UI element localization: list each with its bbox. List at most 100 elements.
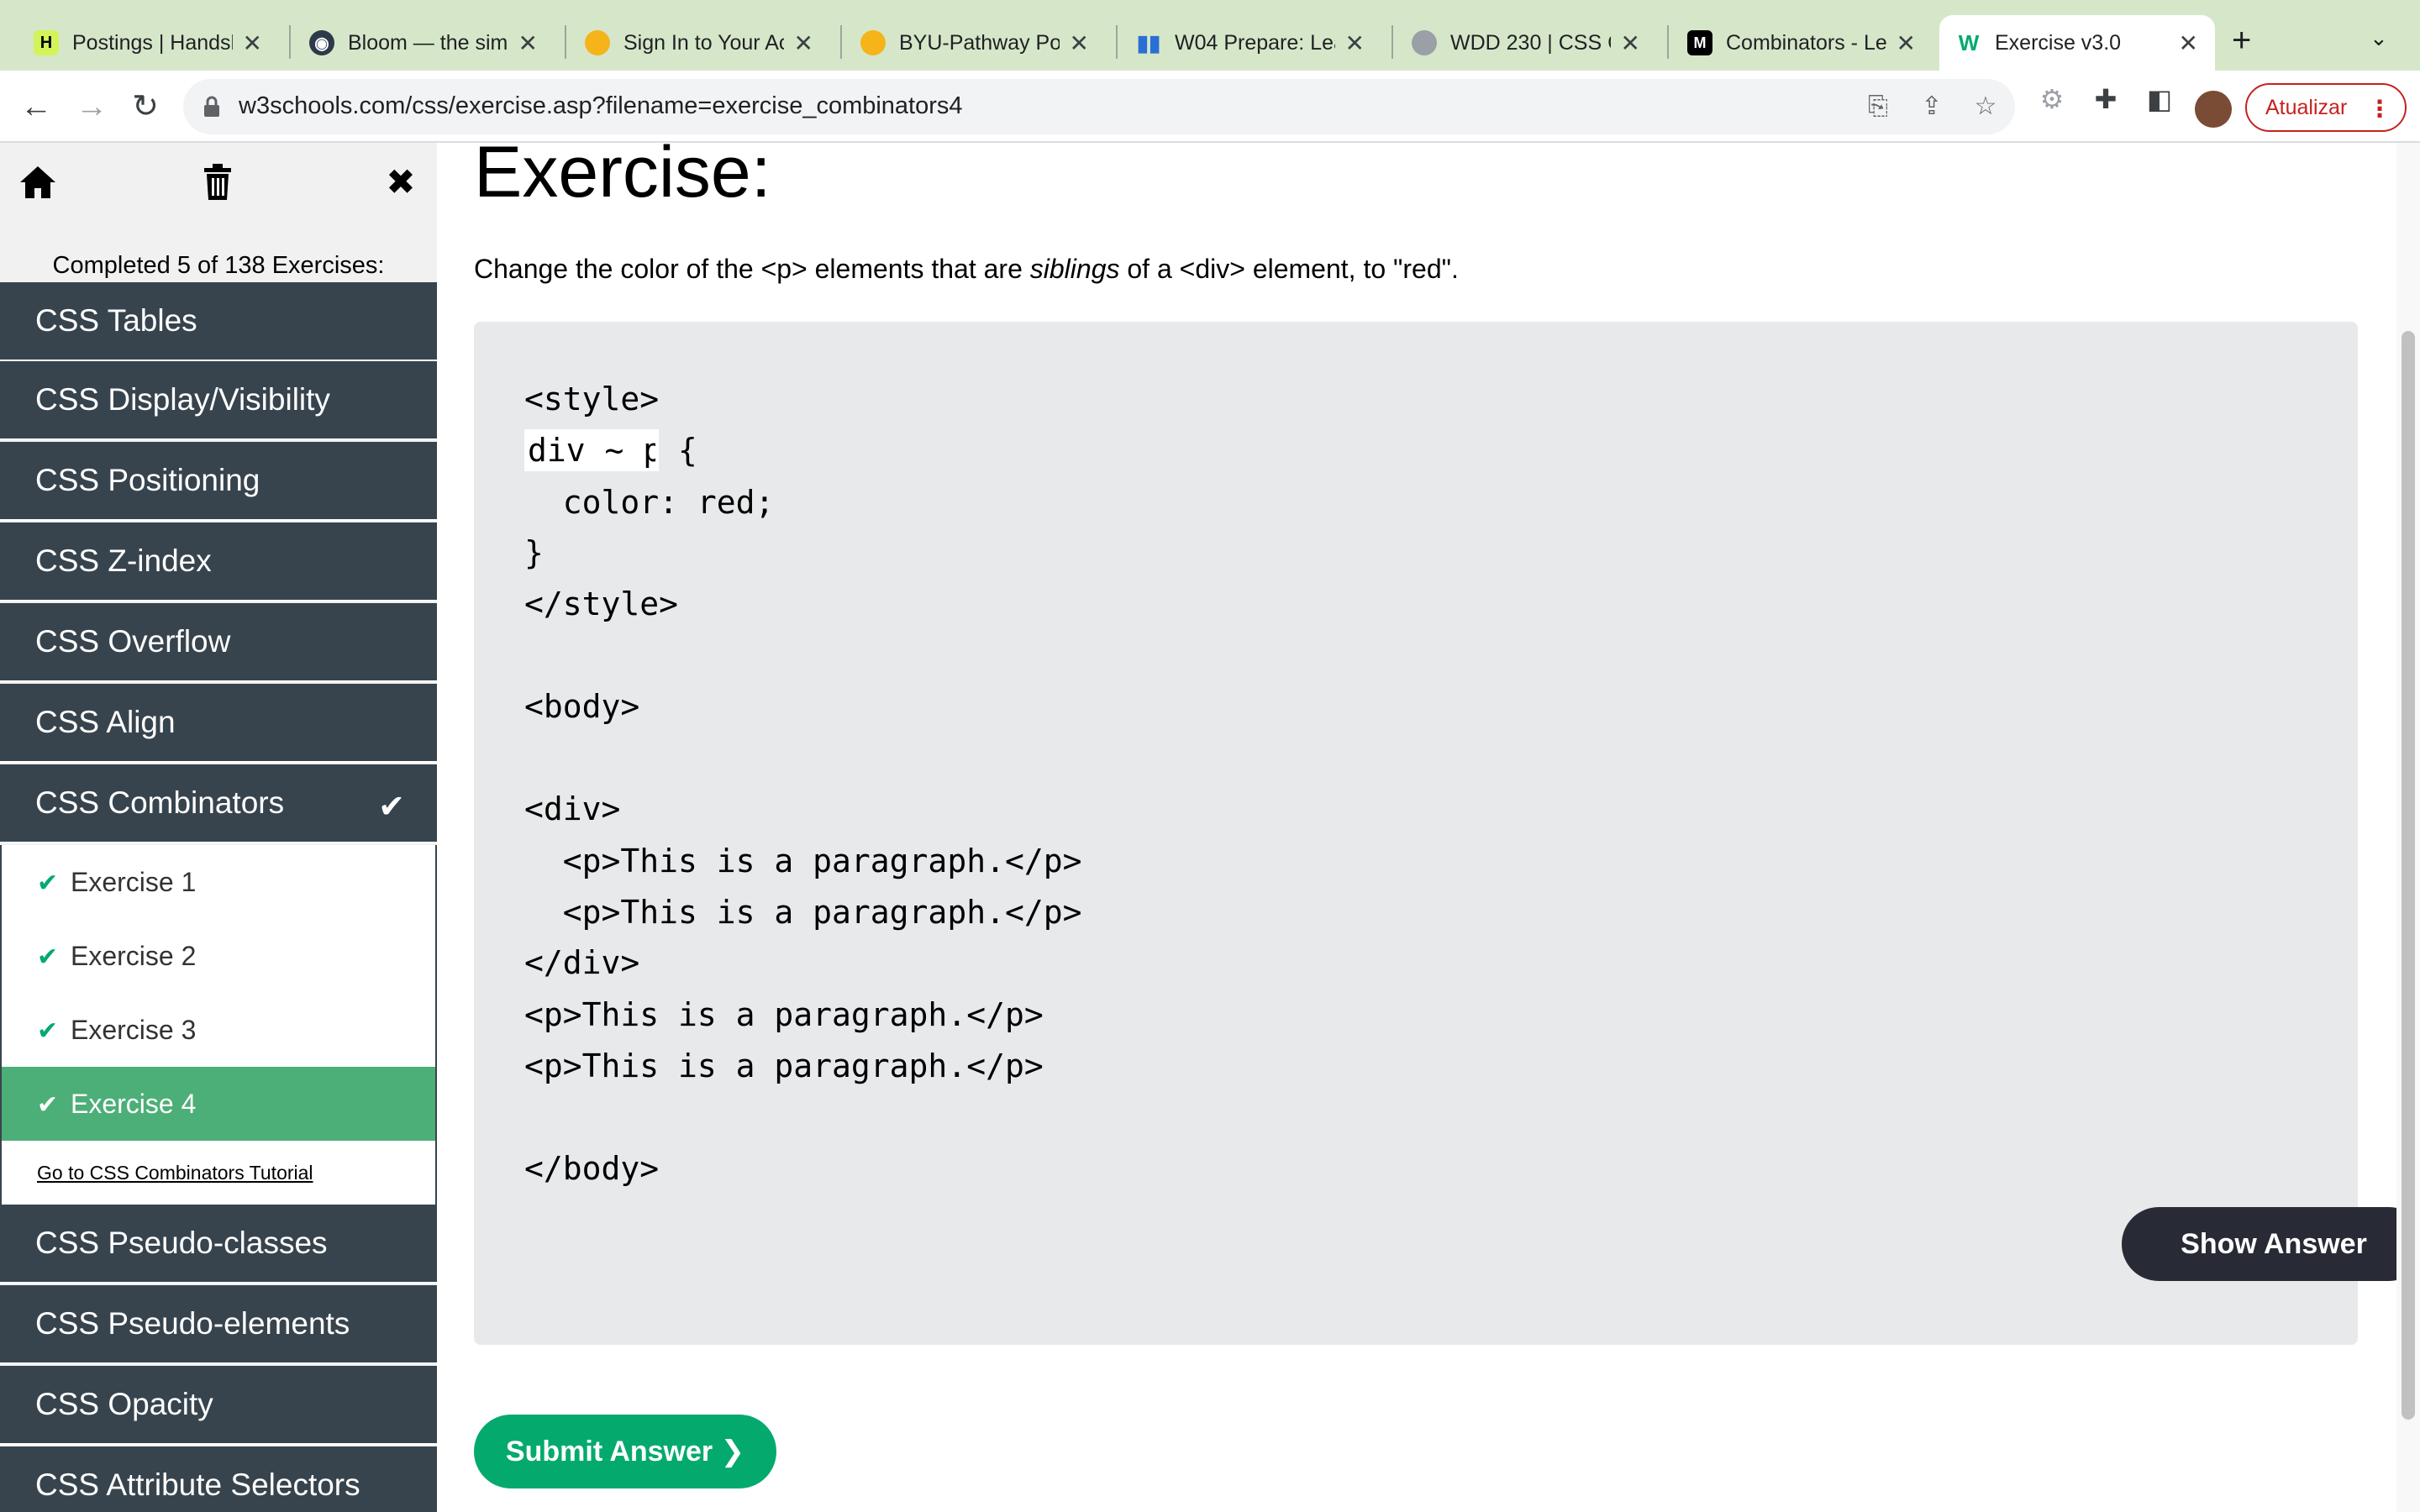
- translate-icon[interactable]: ⎘: [1864, 92, 1892, 121]
- exercise-description: Change the color of the <p> elements tha…: [474, 254, 1459, 285]
- close-icon[interactable]: ✕: [1897, 29, 1916, 57]
- category-label: CSS Overflow: [35, 624, 231, 659]
- tab-divider: [1392, 25, 1393, 59]
- checkmark-icon: ✔: [378, 790, 405, 825]
- code-editor: <style> { color: red; } </style> <body> …: [474, 322, 2420, 1345]
- lock-icon: [204, 96, 219, 117]
- checkmark-icon: ✔: [37, 1091, 59, 1119]
- category-label: CSS Pseudo-elements: [35, 1306, 350, 1341]
- category-label: CSS Display/Visibility: [35, 382, 330, 417]
- selector-input[interactable]: [524, 429, 659, 471]
- forward-icon[interactable]: →: [71, 86, 113, 128]
- puzzle-icon[interactable]: ✚: [2091, 84, 2121, 114]
- close-icon[interactable]: ✕: [243, 29, 262, 57]
- code-line: </body>: [524, 1150, 660, 1187]
- category-css-attribute-selectors[interactable]: CSS Attribute Selectors: [0, 1446, 437, 1512]
- exercise-item-4[interactable]: ✔ Exercise 4: [0, 1067, 437, 1141]
- checkmark-icon: ✔: [37, 943, 59, 971]
- tab-combinators-mdn[interactable]: M Combinators - Le ✕: [1670, 15, 1933, 71]
- bar-chart-icon: ▮▮: [1136, 29, 1161, 55]
- tab-divider: [565, 25, 566, 59]
- category-label: CSS Tables: [35, 303, 197, 338]
- show-answer-button[interactable]: Show Answer: [2122, 1207, 2420, 1281]
- code-line: <body>: [524, 688, 640, 725]
- category-label: CSS Positioning: [35, 463, 260, 497]
- tab-sign-in[interactable]: Sign In to Your Ac ✕: [568, 15, 830, 71]
- tab-title: Bloom — the simp: [348, 30, 508, 55]
- scrollbar-thumb[interactable]: [2402, 331, 2415, 1420]
- submit-answer-button[interactable]: Submit Answer ❯: [474, 1415, 776, 1488]
- category-label: CSS Attribute Selectors: [35, 1467, 360, 1502]
- extension-gear-icon[interactable]: ⚙: [2037, 84, 2067, 114]
- category-css-overflow[interactable]: CSS Overflow: [0, 603, 437, 682]
- tab-handshake[interactable]: H Postings | Handsh ✕: [17, 15, 279, 71]
- share-icon[interactable]: ⇪: [1918, 92, 1946, 121]
- tab-title: Combinators - Le: [1726, 30, 1886, 55]
- mdn-icon: M: [1687, 30, 1712, 55]
- side-panel-icon[interactable]: ◧: [2144, 84, 2175, 114]
- tab-w04-prepare[interactable]: ▮▮ W04 Prepare: Lea ✕: [1119, 15, 1381, 71]
- description-text: Change the color of the <p> elements tha…: [474, 254, 1030, 284]
- exercise-sidebar: ✖ Completed 5 of 138 Exercises: CSS Tabl…: [0, 143, 437, 1512]
- tab-title: Postings | Handsh: [72, 30, 233, 55]
- description-text: of a <div> element, to "red".: [1119, 254, 1459, 284]
- exercise-item-1[interactable]: ✔ Exercise 1: [0, 845, 437, 919]
- page-scrollbar[interactable]: [2396, 143, 2420, 1512]
- exercise-item-2[interactable]: ✔ Exercise 2: [0, 919, 437, 993]
- update-button[interactable]: Atualizar ⋮: [2245, 83, 2407, 132]
- tab-wdd230[interactable]: WDD 230 | CSS C ✕: [1395, 15, 1657, 71]
- exercise-item-3[interactable]: ✔ Exercise 3: [0, 993, 437, 1067]
- bookmark-star-icon[interactable]: ☆: [1971, 92, 2000, 121]
- reload-icon[interactable]: ↻: [124, 86, 166, 128]
- exercise-label: Exercise 2: [71, 940, 197, 971]
- category-label: CSS Combinators: [35, 785, 285, 820]
- code-line: <p>This is a paragraph.</p>: [524, 843, 1082, 879]
- tab-divider: [289, 25, 291, 59]
- tab-bloom[interactable]: ◉ Bloom — the simp ✕: [292, 15, 555, 71]
- tab-divider: [1116, 25, 1118, 59]
- category-css-display-visibility[interactable]: CSS Display/Visibility: [0, 361, 437, 440]
- checkmark-icon: ✔: [37, 1017, 59, 1045]
- exercise-label: Exercise 3: [71, 1014, 197, 1045]
- category-css-tables[interactable]: CSS Tables: [0, 282, 437, 361]
- tutorial-link[interactable]: Go to CSS Combinators Tutorial: [0, 1141, 437, 1205]
- progress-status: Completed 5 of 138 Exercises:: [52, 252, 385, 279]
- close-icon[interactable]: ✕: [2179, 29, 2198, 57]
- home-icon[interactable]: [17, 161, 59, 203]
- exercise-label: Exercise 1: [71, 866, 197, 897]
- trash-icon[interactable]: [197, 161, 239, 203]
- close-icon[interactable]: ✕: [1621, 29, 1640, 57]
- close-icon[interactable]: ✕: [1070, 29, 1089, 57]
- chevron-down-icon[interactable]: ⌄: [2370, 25, 2388, 51]
- category-css-combinators[interactable]: CSS Combinators ✔: [0, 764, 437, 843]
- bloom-icon: ◉: [309, 30, 334, 55]
- close-icon[interactable]: ✕: [794, 29, 813, 57]
- code-line: </div>: [524, 944, 640, 981]
- category-label: CSS Z-index: [35, 543, 212, 578]
- code-line: </style>: [524, 585, 679, 622]
- category-css-pseudo-elements[interactable]: CSS Pseudo-elements: [0, 1285, 437, 1364]
- browser-toolbar: ← → ↻ w3schools.com/css/exercise.asp?fil…: [0, 71, 2420, 143]
- close-icon[interactable]: ✖: [380, 161, 422, 203]
- tab-title: W04 Prepare: Lea: [1175, 30, 1335, 55]
- avatar[interactable]: [2195, 91, 2232, 128]
- close-icon[interactable]: ✕: [1345, 29, 1365, 57]
- category-label: CSS Align: [35, 705, 176, 739]
- tab-exercise[interactable]: W Exercise v3.0 ✕: [1939, 15, 2215, 71]
- close-icon[interactable]: ✕: [518, 29, 538, 57]
- back-icon[interactable]: ←: [15, 86, 57, 128]
- new-tab-icon[interactable]: +: [2232, 22, 2251, 60]
- code-line: <style>: [524, 381, 660, 417]
- description-emphasis: siblings: [1029, 254, 1120, 284]
- address-bar[interactable]: w3schools.com/css/exercise.asp?filename=…: [183, 79, 2015, 134]
- category-css-pseudo-classes[interactable]: CSS Pseudo-classes: [0, 1205, 437, 1284]
- byu-pathway-icon: [585, 30, 610, 55]
- category-css-positioning[interactable]: CSS Positioning: [0, 442, 437, 521]
- category-css-opacity[interactable]: CSS Opacity: [0, 1366, 437, 1445]
- checkmark-icon: ✔: [37, 869, 59, 897]
- tab-byu-pathway[interactable]: BYU-Pathway Por ✕: [844, 15, 1106, 71]
- category-css-z-index[interactable]: CSS Z-index: [0, 522, 437, 601]
- handshake-icon: H: [34, 30, 59, 55]
- category-css-align[interactable]: CSS Align: [0, 684, 437, 763]
- code-line: <div>: [524, 790, 621, 827]
